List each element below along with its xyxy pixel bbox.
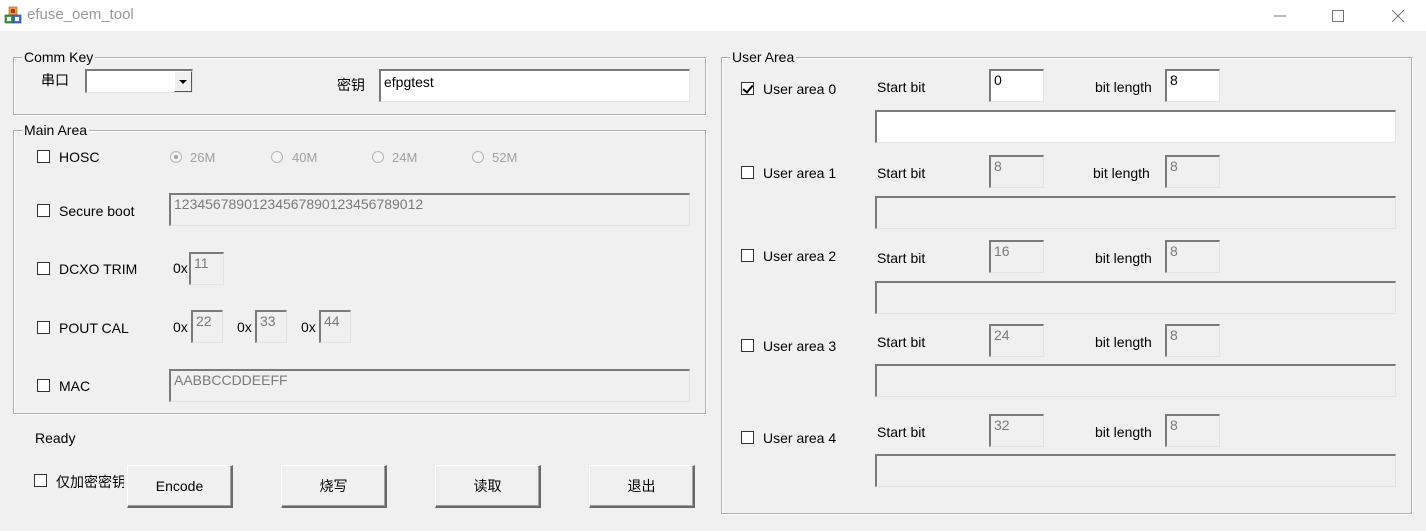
encrypt-only-checkbox[interactable]: [34, 474, 47, 487]
maximize-icon: [1332, 9, 1344, 22]
key-label: 密钥: [337, 77, 365, 93]
user-area-4-start-bit-input[interactable]: 32: [989, 414, 1044, 447]
user-area-1-bit-length-label: bit length: [1093, 165, 1150, 181]
port-label: 串口: [41, 72, 69, 88]
encrypt-only-label: 仅加密密钥: [56, 474, 124, 490]
app-icon: [4, 6, 22, 24]
user-area-1-start-bit-input[interactable]: 8: [989, 155, 1044, 188]
encode-button[interactable]: Encode: [127, 465, 233, 508]
pout-cal-checkbox[interactable]: [37, 321, 50, 334]
hosc-radio-24m[interactable]: [372, 151, 384, 163]
exit-button[interactable]: 退出: [589, 465, 695, 508]
hosc-radio-24m-label: 24M: [392, 150, 418, 165]
pout-cal-prefix-3: 0x: [301, 319, 316, 335]
mac-checkbox[interactable]: [37, 379, 50, 392]
pout-cal-input-2[interactable]: 33: [255, 310, 287, 343]
burn-button[interactable]: 烧写: [281, 465, 387, 508]
read-button[interactable]: 读取: [435, 465, 541, 508]
user-area-4-data-input[interactable]: [875, 454, 1396, 487]
window-title: efuse_oem_tool: [27, 6, 134, 23]
user-area-0-label: User area 0: [763, 81, 837, 97]
pout-cal-input-3[interactable]: 44: [319, 310, 351, 343]
user-area-4-bit-length-label: bit length: [1095, 424, 1152, 440]
user-area-2-start-bit-label: Start bit: [877, 250, 926, 266]
user-area-3-checkbox[interactable]: [741, 339, 754, 352]
user-area-2-start-bit-input[interactable]: 16: [989, 240, 1044, 273]
user-area-0-checkbox[interactable]: [741, 82, 754, 95]
user-area-1-bit-length-input[interactable]: 8: [1165, 155, 1220, 188]
user-area-4-checkbox[interactable]: [741, 431, 754, 444]
user-area-2-label: User area 2: [763, 248, 837, 264]
hosc-radio-40m[interactable]: [271, 151, 283, 163]
chevron-down-icon: [179, 79, 187, 84]
mac-input[interactable]: AABBCCDDEEFF: [169, 369, 690, 402]
user-area-3-data-input[interactable]: [875, 364, 1396, 397]
dcxo-trim-input[interactable]: 11: [189, 252, 224, 285]
maximize-button[interactable]: [1315, 0, 1361, 31]
comm-key-group-label: Comm Key: [22, 49, 96, 65]
hosc-radio-26m-label: 26M: [190, 150, 216, 165]
pout-cal-prefix-1: 0x: [173, 319, 188, 335]
minimize-button[interactable]: [1257, 0, 1303, 31]
user-area-4-bit-length-input[interactable]: 8: [1165, 414, 1220, 447]
user-area-3-start-bit-label: Start bit: [877, 334, 926, 350]
dcxo-trim-label: DCXO TRIM: [59, 261, 138, 277]
main-area-group-label: Main Area: [22, 122, 90, 138]
user-area-2-data-input[interactable]: [875, 281, 1396, 314]
title-bar: efuse_oem_tool: [0, 0, 1426, 31]
user-area-0-bit-length-input[interactable]: 8: [1165, 69, 1220, 102]
dcxo-trim-prefix: 0x: [173, 260, 188, 276]
user-area-2-bit-length-input[interactable]: 8: [1165, 240, 1220, 273]
user-area-0-bit-length-label: bit length: [1095, 79, 1152, 95]
dcxo-trim-checkbox[interactable]: [37, 262, 50, 275]
port-dropdown-button[interactable]: [174, 71, 192, 92]
hosc-radio-40m-label: 40M: [292, 150, 318, 165]
hosc-radio-26m[interactable]: [170, 151, 182, 163]
user-area-2-bit-length-label: bit length: [1095, 250, 1152, 266]
user-area-0-start-bit-label: Start bit: [877, 79, 926, 95]
pout-cal-label: POUT CAL: [59, 320, 129, 336]
user-area-2-checkbox[interactable]: [741, 249, 754, 262]
port-select[interactable]: [85, 69, 193, 93]
pout-cal-input-1[interactable]: 22: [191, 310, 223, 343]
secure-boot-input[interactable]: 12345678901234567890123456789012: [169, 193, 690, 226]
user-area-3-label: User area 3: [763, 338, 837, 354]
user-area-1-start-bit-label: Start bit: [877, 165, 926, 181]
user-area-3-bit-length-input[interactable]: 8: [1165, 324, 1220, 357]
close-icon: [1392, 9, 1404, 22]
user-area-4-start-bit-label: Start bit: [877, 424, 926, 440]
user-area-4-label: User area 4: [763, 430, 837, 446]
close-button[interactable]: [1375, 0, 1421, 31]
hosc-radio-52m[interactable]: [472, 151, 484, 163]
hosc-checkbox[interactable]: [37, 150, 50, 163]
key-input[interactable]: efpgtest: [379, 69, 690, 102]
minimize-icon: [1274, 15, 1286, 16]
mac-label: MAC: [59, 378, 91, 394]
user-area-3-bit-length-label: bit length: [1095, 334, 1152, 350]
user-area-3-start-bit-input[interactable]: 24: [989, 324, 1044, 357]
user-area-0-start-bit-input[interactable]: 0: [989, 69, 1044, 102]
status-text: Ready: [35, 430, 76, 446]
user-area-0-data-input[interactable]: [875, 110, 1396, 143]
secure-boot-label: Secure boot: [59, 203, 135, 219]
pout-cal-prefix-2: 0x: [237, 319, 252, 335]
secure-boot-checkbox[interactable]: [37, 204, 50, 217]
user-area-1-checkbox[interactable]: [741, 166, 754, 179]
hosc-radio-52m-label: 52M: [492, 150, 518, 165]
user-area-1-label: User area 1: [763, 165, 837, 181]
user-area-group-label: User Area: [730, 49, 797, 65]
hosc-label: HOSC: [59, 149, 100, 165]
user-area-1-data-input[interactable]: [875, 196, 1396, 229]
